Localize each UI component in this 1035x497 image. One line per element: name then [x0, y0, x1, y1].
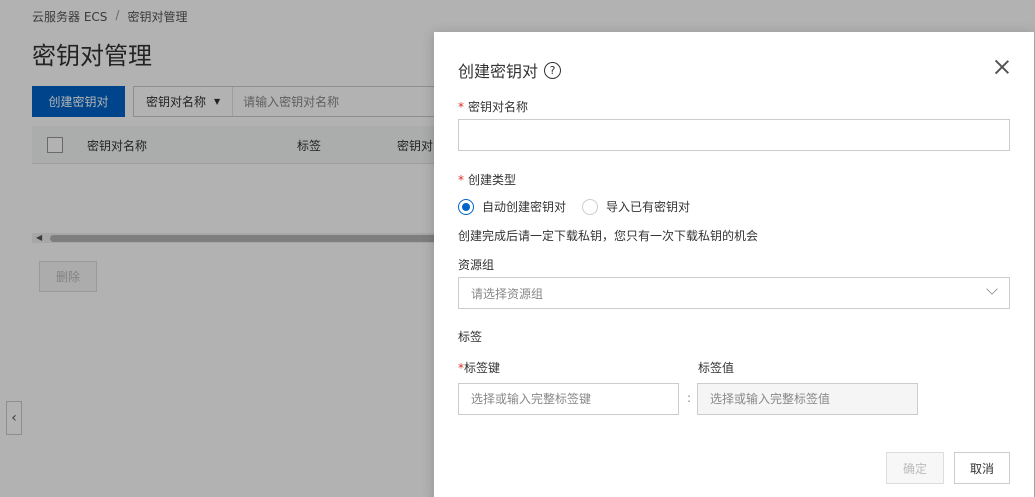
resource-group-select[interactable]: 请选择资源组: [458, 277, 1010, 309]
chevron-down-icon: [986, 283, 998, 295]
tag-value-label: 标签值: [698, 361, 735, 375]
confirm-button[interactable]: 确定: [886, 452, 944, 484]
tag-value-input[interactable]: [697, 383, 918, 415]
create-keypair-dialog: 创建密钥对 ? * 密钥对名称 * 创建类型 自动创建密钥对 导入已有密钥对 创建完…: [434, 32, 1034, 497]
resource-group-placeholder: 请选择资源组: [471, 286, 544, 301]
create-type-radio-group: 自动创建密钥对 导入已有密钥对: [458, 198, 696, 215]
create-type-hint: 创建完成后请一定下载私钥，您只有一次下载私钥的机会: [458, 229, 759, 243]
tag-key-label: *标签键: [458, 361, 501, 375]
tag-key-input[interactable]: [458, 383, 679, 415]
required-mark: *: [458, 100, 464, 114]
required-mark: *: [458, 173, 464, 187]
radio-unselected-icon[interactable]: [582, 198, 599, 215]
radio-auto-create[interactable]: 自动创建密钥对: [458, 198, 572, 215]
radio-auto-create-label: 自动创建密钥对: [482, 200, 567, 214]
dialog-title: 创建密钥对 ?: [458, 58, 562, 82]
tags-section-label: 标签: [458, 330, 483, 344]
close-icon[interactable]: [992, 57, 1012, 77]
create-type-label: * 创建类型: [458, 173, 517, 187]
resource-group-label: 资源组: [458, 258, 495, 272]
radio-import-existing-label: 导入已有密钥对: [606, 200, 691, 214]
cancel-button[interactable]: 取消: [954, 452, 1010, 484]
radio-selected-icon[interactable]: [458, 198, 474, 215]
radio-import-existing[interactable]: 导入已有密钥对: [582, 198, 696, 215]
dialog-title-text: 创建密钥对: [458, 62, 539, 81]
keypair-name-input[interactable]: [458, 119, 1010, 151]
help-circle-icon[interactable]: ?: [544, 61, 562, 79]
keypair-name-label: * 密钥对名称: [458, 100, 529, 114]
tag-separator: :: [687, 391, 692, 405]
